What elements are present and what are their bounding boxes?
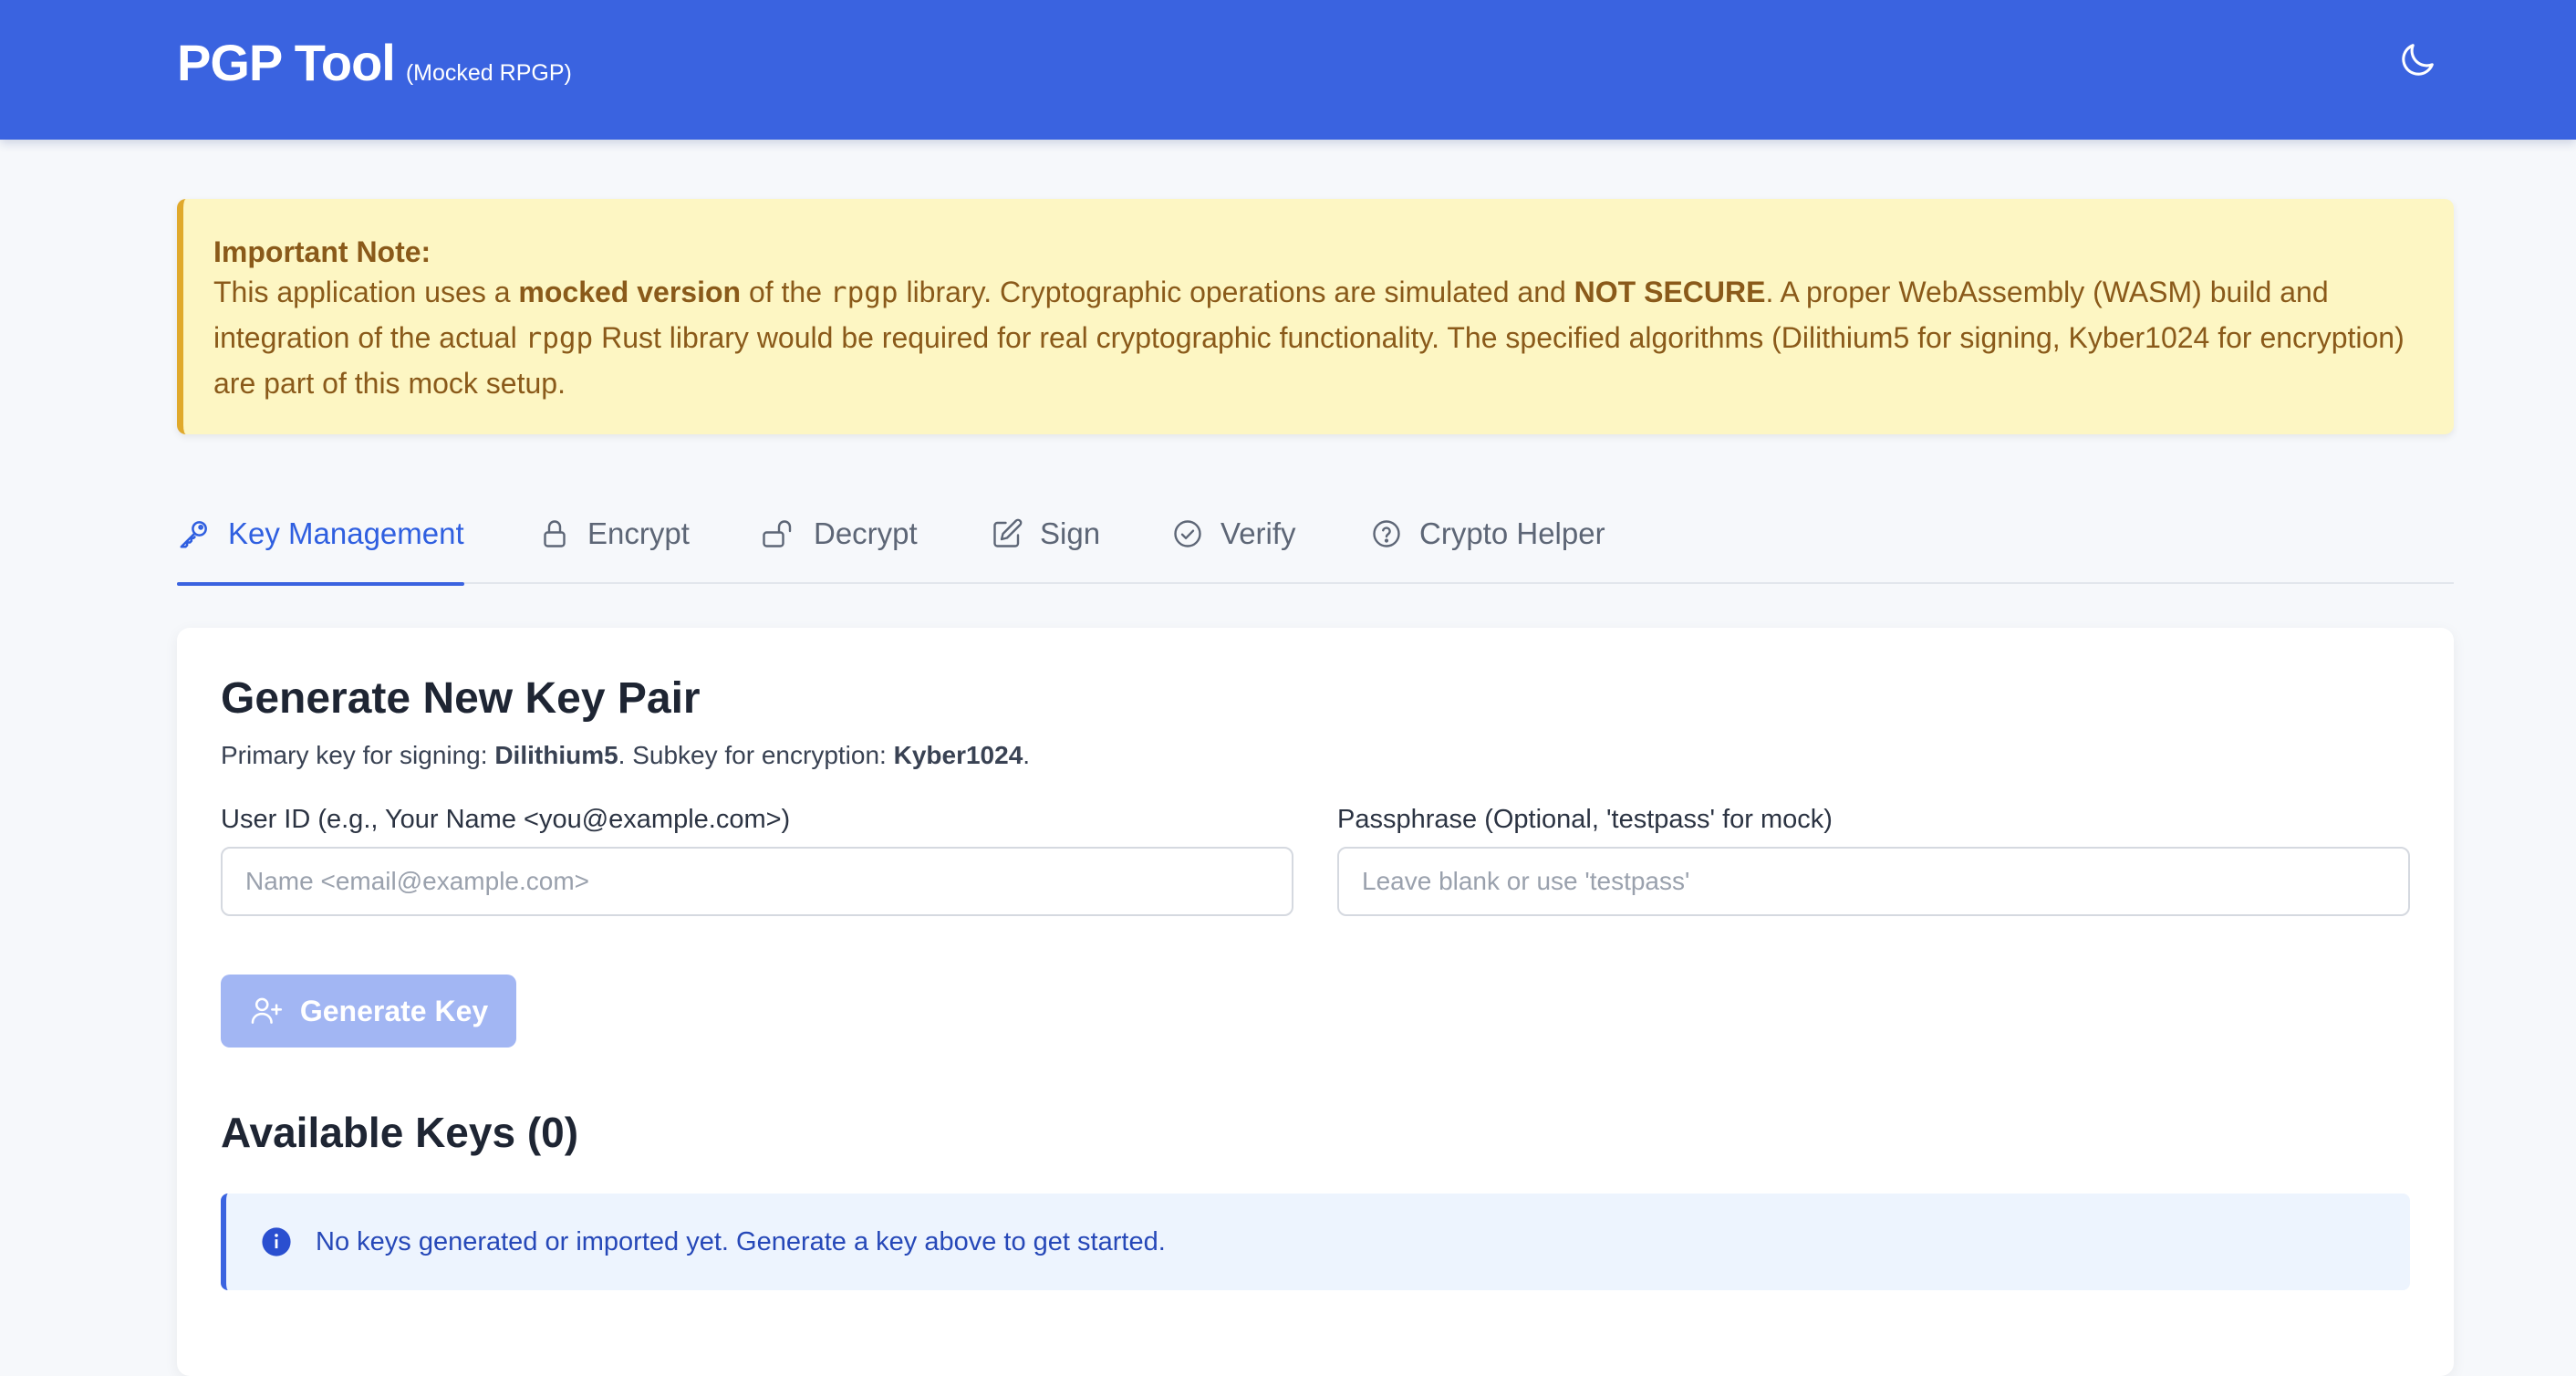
lock-icon xyxy=(544,520,566,547)
note-emphasis: mocked version xyxy=(518,276,742,308)
tab-encrypt[interactable]: Encrypt xyxy=(538,493,690,584)
signing-algorithm: Dilithium5 xyxy=(494,741,618,769)
passphrase-label: Passphrase (Optional, 'testpass' for moc… xyxy=(1337,805,1833,834)
note-title: Important Note: xyxy=(213,235,431,268)
tab-sign[interactable]: Sign xyxy=(991,493,1100,584)
moon-icon xyxy=(2402,44,2434,76)
tab-label: Verify xyxy=(1220,516,1296,550)
info-icon xyxy=(262,1227,291,1256)
main-tabs: Key Management Encrypt Decrypt Sign Veri… xyxy=(177,493,2454,586)
tab-decrypt[interactable]: Decrypt xyxy=(761,493,918,584)
user-plus-icon xyxy=(251,997,282,1024)
note-code: rpgp xyxy=(525,322,594,355)
empty-keys-message: No keys generated or imported yet. Gener… xyxy=(316,1226,1166,1256)
tab-crypto-helper[interactable]: Crypto Helper xyxy=(1370,493,1605,584)
note-text: library. Cryptographic operations are si… xyxy=(898,276,1574,308)
question-circle-icon xyxy=(1373,520,1400,547)
pencil-square-icon xyxy=(993,518,1023,547)
tab-label: Key Management xyxy=(228,516,464,550)
user-id-label: User ID (e.g., Your Name <you@example.co… xyxy=(221,805,791,834)
key-icon xyxy=(180,521,207,548)
tab-label: Sign xyxy=(1040,516,1101,550)
note-body: This application uses a mocked version o… xyxy=(213,270,2423,406)
description-text: . xyxy=(1023,741,1031,769)
encryption-algorithm: Kyber1024 xyxy=(893,741,1023,769)
tab-label: Crypto Helper xyxy=(1419,516,1605,550)
user-id-input[interactable] xyxy=(221,847,1293,916)
description-text: Primary key for signing: xyxy=(221,741,495,769)
unlock-icon xyxy=(763,520,792,547)
generate-key-label: Generate Key xyxy=(299,994,489,1027)
available-keys-heading: Available Keys (0) xyxy=(221,1109,579,1156)
important-note-banner: Important Note: This application uses a … xyxy=(177,199,2454,434)
check-circle-icon xyxy=(1174,520,1201,547)
generate-key-button[interactable]: Generate Key xyxy=(221,975,516,1048)
key-management-panel: Generate New Key Pair Primary key for si… xyxy=(177,628,2454,1376)
description-text: . Subkey for encryption: xyxy=(618,741,894,769)
theme-toggle-button[interactable] xyxy=(2394,36,2441,84)
tab-label: Encrypt xyxy=(587,516,690,550)
app-subtitle: (Mocked RPGP) xyxy=(405,60,572,86)
empty-keys-alert: No keys generated or imported yet. Gener… xyxy=(221,1194,2410,1290)
app-header: PGP Tool (Mocked RPGP) xyxy=(0,0,2576,140)
app-title: PGP Tool xyxy=(177,34,396,91)
note-text: This application uses a xyxy=(213,276,519,308)
tab-verify[interactable]: Verify xyxy=(1171,493,1296,584)
tab-key-management[interactable]: Key Management xyxy=(177,493,464,586)
passphrase-input[interactable] xyxy=(1337,847,2410,916)
note-code: rpgp xyxy=(829,276,898,309)
generate-description: Primary key for signing: Dilithium5. Sub… xyxy=(221,741,1030,770)
app-brand: PGP Tool (Mocked RPGP) xyxy=(177,33,572,92)
note-text: of the xyxy=(741,276,830,308)
note-emphasis: NOT SECURE xyxy=(1574,276,1766,308)
tab-label: Decrypt xyxy=(814,516,918,550)
generate-heading: Generate New Key Pair xyxy=(221,674,701,723)
